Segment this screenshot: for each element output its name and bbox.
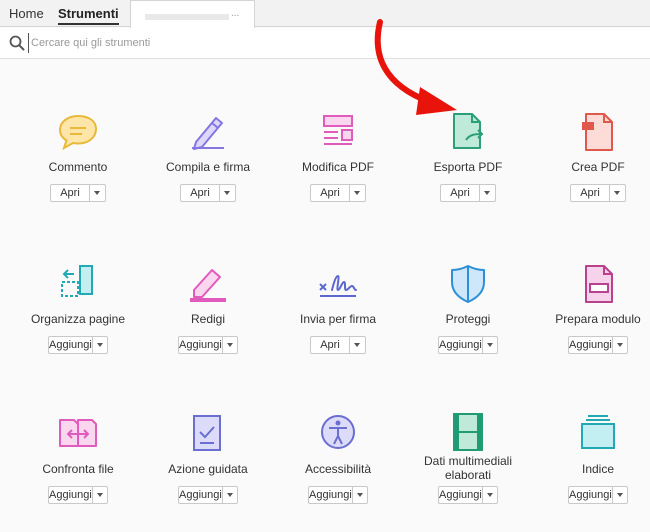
- send-signature-icon: [314, 260, 362, 308]
- document-tab-title-redacted: [145, 14, 229, 20]
- tool-dati-multimediali[interactable]: Dati multimediali elaborati Aggiungi: [403, 410, 533, 510]
- chevron-down-icon[interactable]: [351, 487, 367, 503]
- chevron-down-icon[interactable]: [91, 487, 107, 503]
- tool-label: Prepara modulo: [555, 312, 641, 326]
- tool-invia-per-firma[interactable]: Invia per firma Apri: [273, 260, 403, 360]
- add-button[interactable]: Aggiungi: [568, 486, 628, 504]
- tool-proteggi[interactable]: Proteggi Aggiungi: [403, 260, 533, 360]
- tab-bar: Home Strumenti ...: [0, 0, 650, 28]
- tab-home[interactable]: Home: [9, 0, 44, 27]
- search-bar: [0, 28, 650, 59]
- open-button[interactable]: Apri: [310, 184, 366, 202]
- tool-redigi[interactable]: Redigi Aggiungi: [143, 260, 273, 360]
- add-button[interactable]: Aggiungi: [568, 336, 628, 354]
- add-button[interactable]: Aggiungi: [438, 486, 498, 504]
- shield-icon: [444, 260, 492, 308]
- chevron-down-icon[interactable]: [479, 185, 495, 201]
- add-button[interactable]: Aggiungi: [308, 486, 368, 504]
- tool-label: Accessibilità: [304, 462, 372, 476]
- tool-commento[interactable]: Commento Apri: [13, 108, 143, 208]
- tool-label: Organizza pagine: [30, 312, 126, 326]
- redact-icon: [184, 260, 232, 308]
- tool-label: Invia per firma: [299, 312, 377, 326]
- open-button[interactable]: Apri: [50, 184, 106, 202]
- rich-media-icon: [444, 410, 492, 458]
- tool-esporta-pdf[interactable]: Esporta PDF Apri: [403, 108, 533, 208]
- tool-label: Azione guidata: [168, 462, 248, 476]
- prepare-form-icon: [574, 260, 622, 308]
- chevron-down-icon[interactable]: [221, 487, 237, 503]
- search-icon: [9, 35, 25, 51]
- chevron-down-icon[interactable]: [219, 185, 235, 201]
- open-button[interactable]: Apri: [440, 184, 496, 202]
- chevron-down-icon[interactable]: [349, 337, 365, 353]
- chevron-down-icon[interactable]: [349, 185, 365, 201]
- tool-confronta-file[interactable]: Confronta file Aggiungi: [13, 410, 143, 510]
- export-pdf-icon: [444, 108, 492, 156]
- add-button[interactable]: Aggiungi: [438, 336, 498, 354]
- organize-pages-icon: [54, 260, 102, 308]
- tool-label: Proteggi: [445, 312, 491, 326]
- chevron-down-icon[interactable]: [481, 487, 497, 503]
- tool-accessibilita[interactable]: Accessibilità Aggiungi: [273, 410, 403, 510]
- tool-indice[interactable]: Indice Aggiungi: [533, 410, 650, 510]
- open-button[interactable]: Apri: [180, 184, 236, 202]
- chevron-down-icon[interactable]: [611, 337, 627, 353]
- tool-modifica-pdf[interactable]: Modifica PDF Apri: [273, 108, 403, 208]
- edit-pdf-icon: [314, 108, 362, 156]
- tool-label: Esporta PDF: [433, 160, 503, 174]
- tool-label: Indice: [581, 462, 615, 476]
- tab-tools[interactable]: Strumenti: [58, 0, 119, 27]
- add-button[interactable]: Aggiungi: [178, 336, 238, 354]
- pen-sign-icon: [184, 108, 232, 156]
- document-tab-ellipsis: ...: [231, 8, 240, 19]
- tool-prepara-modulo[interactable]: Prepara modulo Aggiungi: [533, 260, 650, 360]
- tool-compila-e-firma[interactable]: Compila e firma Apri: [143, 108, 273, 208]
- tool-label: Dati multimediali elaborati: [423, 454, 513, 482]
- chevron-down-icon[interactable]: [221, 337, 237, 353]
- accessibility-icon: [314, 410, 362, 458]
- chevron-down-icon[interactable]: [89, 185, 105, 201]
- tool-crea-pdf[interactable]: Crea PDF Apri: [533, 108, 650, 208]
- open-button[interactable]: Apri: [570, 184, 626, 202]
- tool-label: Compila e firma: [165, 160, 251, 174]
- tool-label: Crea PDF: [571, 160, 625, 174]
- tool-organizza-pagine[interactable]: Organizza pagine Aggiungi: [13, 260, 143, 360]
- add-button[interactable]: Aggiungi: [48, 486, 108, 504]
- chevron-down-icon[interactable]: [481, 337, 497, 353]
- compare-files-icon: [54, 410, 102, 458]
- tools-grid: Commento Apri Compila e firma Apri Modif…: [0, 60, 650, 532]
- index-icon: [574, 410, 622, 458]
- chevron-down-icon[interactable]: [91, 337, 107, 353]
- tool-label: Redigi: [190, 312, 226, 326]
- search-input[interactable]: [28, 33, 628, 53]
- guided-action-icon: [184, 410, 232, 458]
- tab-document[interactable]: ...: [130, 0, 255, 28]
- chevron-down-icon[interactable]: [609, 185, 625, 201]
- add-button[interactable]: Aggiungi: [48, 336, 108, 354]
- tool-label: Confronta file: [42, 462, 114, 476]
- tool-label: Commento: [48, 160, 108, 174]
- comment-icon: [54, 108, 102, 156]
- open-button[interactable]: Apri: [310, 336, 366, 354]
- tool-label: Modifica PDF: [301, 160, 375, 174]
- chevron-down-icon[interactable]: [611, 487, 627, 503]
- add-button[interactable]: Aggiungi: [178, 486, 238, 504]
- tool-azione-guidata[interactable]: Azione guidata Aggiungi: [143, 410, 273, 510]
- create-pdf-icon: [574, 108, 622, 156]
